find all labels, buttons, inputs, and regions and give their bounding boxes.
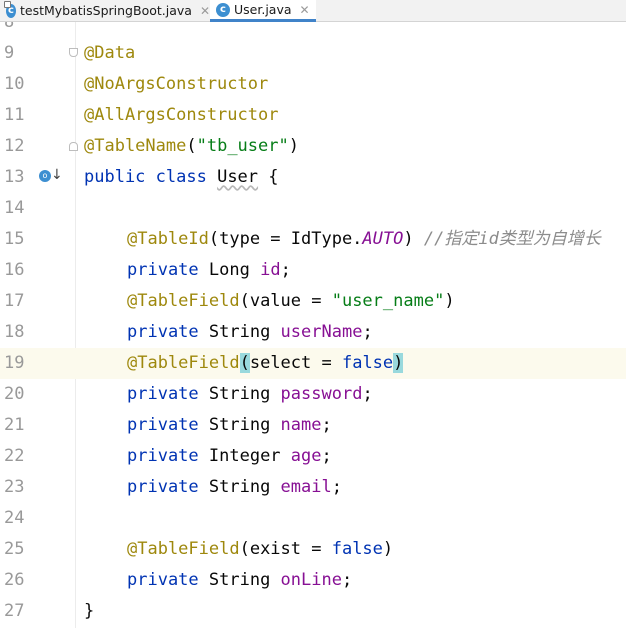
line-number: 26 <box>4 570 25 590</box>
code-line[interactable]: 11 @AllArgsConstructor <box>0 100 626 131</box>
code-line-current[interactable]: 19 @TableField(select = false) <box>0 348 626 379</box>
code-text: private Long id; <box>127 260 291 280</box>
code-line[interactable]: 26 private String onLine; <box>0 565 626 596</box>
tab-testmybatisspringboot[interactable]: c testMybatisSpringBoot.java ✕ <box>0 0 210 21</box>
close-icon[interactable]: ✕ <box>300 3 310 17</box>
editor-tab-bar: c testMybatisSpringBoot.java ✕ c User.ja… <box>0 0 626 22</box>
line-number: 17 <box>4 291 25 311</box>
code-text: private String name; <box>127 415 332 435</box>
code-line[interactable]: 20 private String password; <box>0 379 626 410</box>
line-number: 8 <box>4 22 15 32</box>
line-number: 21 <box>4 415 25 435</box>
code-text: @Data <box>84 43 136 63</box>
code-text: public class User { <box>84 167 279 187</box>
line-number: 11 <box>4 105 25 125</box>
code-line[interactable]: 10 @NoArgsConstructor <box>0 69 626 100</box>
code-text: @TableField(exist = false) <box>127 539 394 559</box>
code-text: private Integer age; <box>127 446 332 466</box>
implemented-icon[interactable]: o <box>39 170 51 182</box>
line-number: 19 <box>4 353 25 373</box>
code-line[interactable]: 13 o ↓ public class User { <box>0 162 626 193</box>
code-line[interactable]: 12 @TableName("tb_user") <box>0 131 626 162</box>
code-text: private String password; <box>127 384 373 404</box>
tab-label: testMybatisSpringBoot.java <box>19 3 192 18</box>
close-icon[interactable]: ✕ <box>200 4 210 18</box>
code-line[interactable]: 27 } <box>0 596 626 627</box>
tab-user-java[interactable]: c User.java ✕ <box>210 0 316 22</box>
fold-icon[interactable] <box>69 142 78 151</box>
code-text: @TableField(select = false) <box>127 353 404 373</box>
code-line[interactable]: 16 private Long id; <box>0 255 626 286</box>
code-line[interactable]: 22 private Integer age; <box>0 441 626 472</box>
arrow-down-icon: ↓ <box>51 167 63 183</box>
code-line[interactable]: 15 @TableId(type = IdType.AUTO) //指定id类型… <box>0 224 626 255</box>
code-text: @AllArgsConstructor <box>84 105 279 125</box>
code-line[interactable]: 14 <box>0 193 626 224</box>
line-number: 24 <box>4 508 25 528</box>
line-number: 9 <box>4 43 15 63</box>
line-number: 20 <box>4 384 25 404</box>
code-line[interactable]: 21 private String name; <box>0 410 626 441</box>
java-class-icon: c <box>4 0 16 18</box>
code-text: @TableId(type = IdType.AUTO) //指定id类型为自增… <box>127 229 601 249</box>
code-line[interactable]: 9 @Data <box>0 38 626 69</box>
code-line[interactable]: 17 @TableField(value = "user_name") <box>0 286 626 317</box>
code-text: private String onLine; <box>127 570 353 590</box>
line-number: 13 <box>4 167 25 187</box>
line-number: 22 <box>4 446 25 466</box>
code-text: private String email; <box>127 477 342 497</box>
code-text: private String userName; <box>127 322 373 342</box>
code-editor[interactable]: 8 9 @Data 10 @NoArgsConstructor 11 @AllA… <box>0 22 626 628</box>
line-number: 25 <box>4 539 25 559</box>
line-number: 23 <box>4 477 25 497</box>
code-text: } <box>84 601 95 621</box>
code-line[interactable]: 23 private String email; <box>0 472 626 503</box>
ide-window: c testMybatisSpringBoot.java ✕ c User.ja… <box>0 0 626 628</box>
tab-label: User.java <box>234 2 292 17</box>
code-text: @TableName("tb_user") <box>84 136 299 156</box>
java-class-icon: c <box>216 2 230 17</box>
code-text: @TableField(value = "user_name") <box>127 291 455 311</box>
line-number: 10 <box>4 74 25 94</box>
code-line[interactable]: 24 <box>0 503 626 534</box>
line-number: 12 <box>4 136 25 156</box>
line-number: 18 <box>4 322 25 342</box>
line-number: 16 <box>4 260 25 280</box>
line-number: 15 <box>4 229 25 249</box>
code-line[interactable]: 18 private String userName; <box>0 317 626 348</box>
line-number: 27 <box>4 601 25 621</box>
code-line[interactable]: 25 @TableField(exist = false) <box>0 534 626 565</box>
code-text: @NoArgsConstructor <box>84 74 269 94</box>
line-number: 14 <box>4 198 25 218</box>
fold-icon[interactable] <box>69 48 78 57</box>
